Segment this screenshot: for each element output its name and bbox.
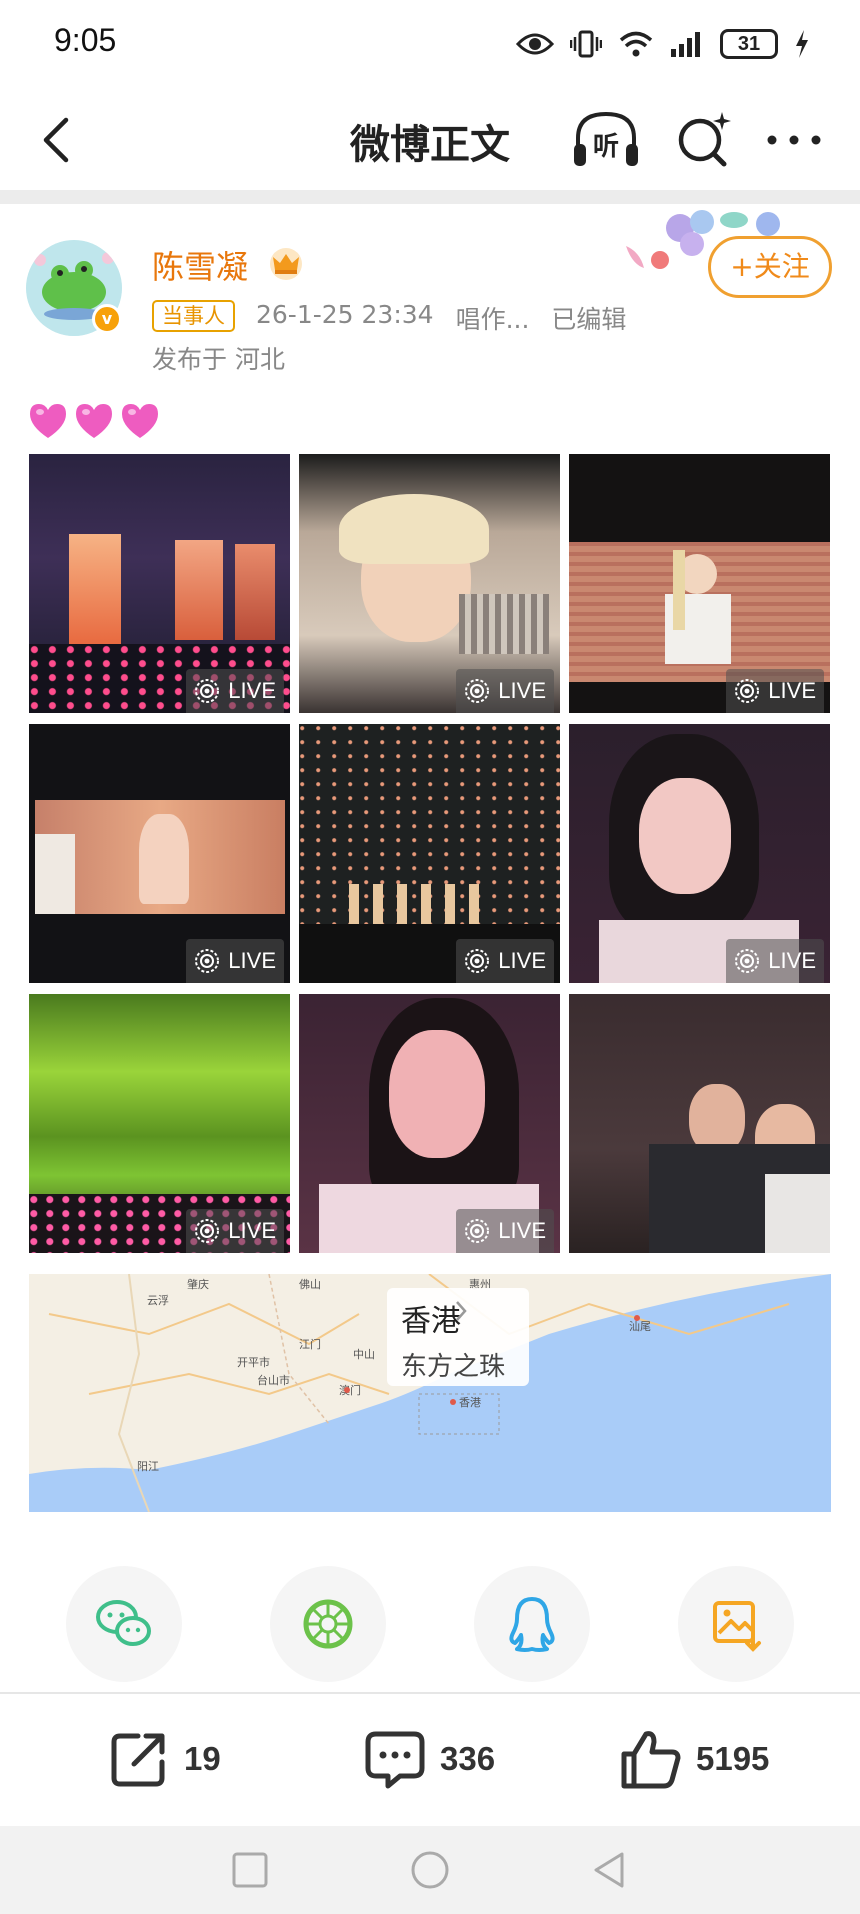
live-photo-icon <box>465 1219 490 1243</box>
thumbs-up-icon <box>621 1731 681 1789</box>
live-photo-icon <box>735 679 760 703</box>
photo-8[interactable]: LIVE <box>299 994 560 1253</box>
post-content <box>28 402 160 440</box>
map-place-label: 江门 <box>299 1337 321 1351</box>
map-place-label: 肇庆 <box>187 1277 209 1291</box>
comment-count: 336 <box>440 1740 496 1777</box>
photo-1[interactable]: LIVE <box>29 454 290 713</box>
save-image-icon <box>713 1601 761 1652</box>
heart-icon <box>122 404 158 438</box>
eye-icon <box>516 33 554 55</box>
map-place-label: 台山市 <box>257 1373 290 1387</box>
back-nav-icon[interactable] <box>588 1848 632 1892</box>
live-photo-icon <box>195 679 220 703</box>
status-time: 9:05 <box>54 22 117 58</box>
live-badge: LIVE <box>456 669 554 713</box>
follow-button[interactable]: +关注 <box>708 236 832 298</box>
system-nav-bar <box>0 1826 860 1914</box>
live-label: LIVE <box>768 678 816 703</box>
share-wechat-button[interactable] <box>66 1566 182 1682</box>
photo-3[interactable]: LIVE <box>569 454 830 713</box>
share-divider <box>0 1692 860 1694</box>
live-badge: LIVE <box>186 1209 284 1253</box>
like-button[interactable]: 5195 <box>620 1724 769 1794</box>
header-divider <box>0 190 860 204</box>
heart-icon <box>30 404 66 438</box>
listen-icon[interactable]: 听 <box>570 108 642 172</box>
share-qq-button[interactable] <box>474 1566 590 1682</box>
chevron-right-icon <box>456 1301 467 1321</box>
wifi-icon <box>619 31 653 57</box>
live-label: LIVE <box>228 948 276 973</box>
map-place-label: 中山 <box>353 1348 375 1361</box>
live-badge: LIVE <box>456 1209 554 1253</box>
like-count: 5195 <box>696 1740 770 1777</box>
live-photo-icon <box>465 949 490 973</box>
live-photo-icon <box>195 949 220 973</box>
battery-level: 31 <box>737 32 761 55</box>
live-label: LIVE <box>768 948 816 973</box>
signal-icon <box>671 32 700 57</box>
live-label: LIVE <box>228 1218 276 1243</box>
photo-2[interactable]: LIVE <box>299 454 560 713</box>
live-label: LIVE <box>498 678 546 703</box>
live-label: LIVE <box>498 1218 546 1243</box>
post-timestamp: 26-1-25 23:34 <box>256 300 434 329</box>
post-edited[interactable]: 已编辑 <box>551 300 626 336</box>
live-label: LIVE <box>228 678 276 703</box>
vibrate-icon <box>570 30 602 58</box>
ai-search-icon[interactable] <box>672 108 736 172</box>
heart-icon <box>76 404 112 438</box>
status-icons: 31 <box>516 24 810 64</box>
live-photo-icon <box>465 679 490 703</box>
photo-7[interactable]: LIVE <box>29 994 290 1253</box>
photo-4[interactable]: LIVE <box>29 724 290 983</box>
live-badge: LIVE <box>186 939 284 983</box>
photo-grid: LIVE LIVE LIVE LIVE LIVE LIVE LIVE LIVE <box>29 454 831 1254</box>
share-save-image-button[interactable] <box>678 1566 794 1682</box>
moments-icon <box>303 1599 353 1649</box>
photo-6[interactable]: LIVE <box>569 724 830 983</box>
live-photo-icon <box>195 1219 220 1243</box>
repost-button[interactable]: 19 <box>108 1724 221 1794</box>
map-place-label: 佛山 <box>299 1278 321 1291</box>
listen-label: 听 <box>593 132 619 162</box>
qq-icon <box>509 1597 555 1652</box>
live-badge: LIVE <box>186 669 284 713</box>
comment-button[interactable]: 336 <box>364 1724 495 1794</box>
post-source[interactable]: 唱作... <box>456 300 530 336</box>
status-bar: 9:05 31 <box>0 0 860 90</box>
wechat-icon <box>96 1600 151 1646</box>
live-badge: LIVE <box>726 939 824 983</box>
map-place-label: 阳江 <box>137 1460 159 1473</box>
title-bar: 微博正文 听 <box>0 90 860 190</box>
location-map[interactable]: 肇庆 云浮 佛山 江门 中山 开平市 台山市 澳门 香港 阳江 汕尾 惠州 香港… <box>29 1274 831 1512</box>
photo-5[interactable]: LIVE <box>299 724 560 983</box>
map-place-label: 云浮 <box>147 1294 169 1307</box>
repost-count: 19 <box>184 1740 221 1777</box>
charging-icon <box>796 30 808 58</box>
photo-9[interactable] <box>569 994 830 1253</box>
map-place-label: 汕尾 <box>629 1320 651 1333</box>
home-icon[interactable] <box>408 1848 452 1892</box>
map-poi: 东方之珠 <box>401 1352 506 1382</box>
live-badge: LIVE <box>726 669 824 713</box>
comment-icon <box>365 1731 425 1789</box>
battery-icon: 31 <box>720 29 778 59</box>
map-place-label: 香港 <box>459 1396 481 1409</box>
share-moments-button[interactable] <box>270 1566 386 1682</box>
author-name[interactable]: 陈雪凝 <box>152 242 248 288</box>
role-badge: 当事人 <box>152 300 235 332</box>
live-photo-icon <box>735 949 760 973</box>
verified-icon: v <box>92 304 122 334</box>
live-badge: LIVE <box>456 939 554 983</box>
more-icon[interactable] <box>762 108 826 172</box>
post-location: 发布于 河北 <box>152 345 285 374</box>
map-place-label: 开平市 <box>237 1355 270 1369</box>
recents-icon[interactable] <box>228 1848 272 1892</box>
live-label: LIVE <box>498 948 546 973</box>
repost-icon <box>111 1733 165 1787</box>
crown-icon[interactable] <box>268 246 304 280</box>
post-meta: 26-1-25 23:34 唱作... 已编辑 <box>256 300 626 336</box>
